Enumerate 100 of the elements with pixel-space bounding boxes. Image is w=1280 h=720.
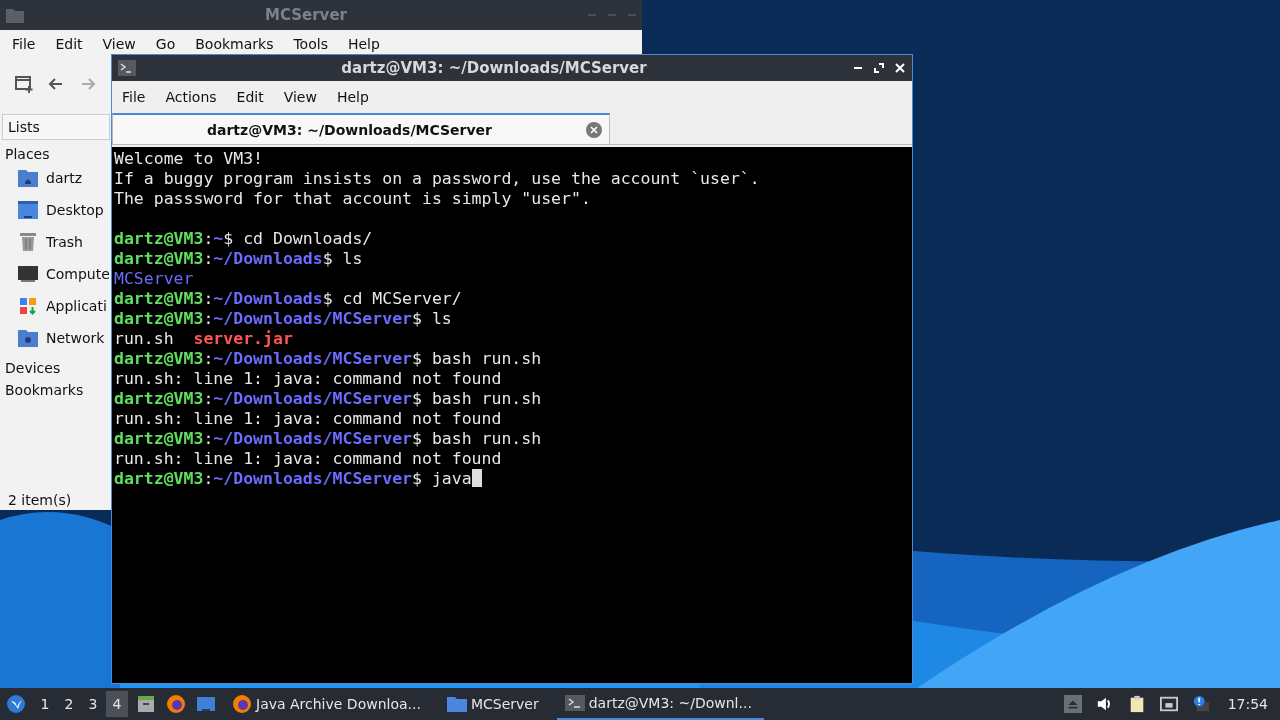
menu-item[interactable]: Help [337, 36, 390, 52]
place-item[interactable]: Network [0, 322, 110, 354]
trash-icon [18, 232, 38, 252]
prompt-path: ~/Downloads/MCServer [213, 309, 413, 328]
prompt-path: ~ [213, 229, 224, 248]
terminal-text: Welcome to VM3! [114, 149, 263, 168]
prompt-path: ~/Downloads [213, 249, 323, 268]
menu-item[interactable]: Actions [155, 88, 227, 105]
computer-icon [18, 264, 38, 284]
eject-icon[interactable] [1063, 695, 1082, 713]
terminal-text: $ bash run.sh [412, 349, 542, 368]
taskbar-task[interactable]: Java Archive Downloa... [224, 688, 433, 720]
terminal-text: $ ls [412, 309, 452, 328]
folder-icon [446, 694, 467, 714]
window-title: MCServer [264, 6, 348, 24]
terminal-text: The passsword for that account is simply "user". [114, 189, 591, 208]
terminal-text: : [203, 389, 214, 408]
place-label: dartz [46, 170, 83, 186]
network-icon[interactable] [1159, 695, 1178, 713]
menu-item[interactable]: View [92, 36, 146, 52]
terminal-text: $ bash run.sh [412, 429, 542, 448]
section-heading[interactable]: Devices [0, 354, 110, 376]
terminal-text: : [203, 229, 214, 248]
prompt-path: ~/Downloads [213, 289, 323, 308]
terminal-text: : [203, 469, 214, 488]
notification-icon[interactable] [1191, 695, 1210, 713]
text-cursor [471, 469, 482, 487]
place-label: Compute [46, 266, 110, 282]
terminal-text: : [203, 349, 214, 368]
prompt-user: dartz@VM3 [114, 349, 204, 368]
terminal-text: : [203, 429, 214, 448]
home-folder-icon [18, 168, 38, 188]
status-text: 2 item(s) [7, 492, 73, 510]
menu-item[interactable]: Edit [45, 36, 93, 52]
desktop-icon [18, 200, 38, 220]
applications-icon [18, 296, 38, 316]
menu-item[interactable]: File [2, 36, 46, 52]
place-label: Trash [46, 234, 83, 250]
workspace-button[interactable]: 4 [106, 691, 128, 717]
terminal-text: run.sh: line 1: java: command not found [114, 369, 502, 388]
prompt-user: dartz@VM3 [114, 469, 204, 488]
desktop-icon[interactable] [194, 694, 218, 714]
terminal-text: $ bash run.sh [412, 389, 542, 408]
menu-item[interactable]: Tools [283, 36, 338, 52]
terminal-icon [564, 693, 585, 713]
menu-item[interactable]: View [273, 88, 327, 105]
place-item[interactable]: Trash [0, 226, 110, 258]
section-heading[interactable]: Places [0, 140, 110, 162]
close-tab-icon[interactable] [586, 121, 602, 138]
network-folder-icon [18, 328, 38, 348]
menu-item[interactable]: Go [145, 36, 186, 52]
directory-name: MCServer [114, 269, 194, 288]
start-menu-icon[interactable] [4, 694, 28, 714]
terminal-text: $ cd MCServer/ [322, 289, 462, 308]
prompt-path: ~/Downloads/MCServer [213, 429, 413, 448]
clock: 17:54 [1226, 696, 1269, 712]
terminal-text: run.sh: line 1: java: command not found [114, 409, 502, 428]
place-item[interactable]: dartz [0, 162, 110, 194]
window-title: dartz@VM3: ~/Downloads/MCServer [340, 59, 648, 77]
terminal-text: : [203, 249, 214, 268]
prompt-user: dartz@VM3 [114, 289, 204, 308]
prompt-path: ~/Downloads/MCServer [213, 389, 413, 408]
place-label: Applicati [46, 298, 107, 314]
terminal-text: : [203, 309, 214, 328]
prompt-path: ~/Downloads/MCServer [213, 469, 413, 488]
menu-item[interactable]: Bookmarks [185, 36, 284, 52]
menu-item[interactable]: Edit [226, 88, 274, 105]
terminal-text: run.sh: line 1: java: command not found [114, 449, 502, 468]
menu-item[interactable]: File [112, 88, 156, 105]
folder-icon [6, 7, 24, 23]
workspace-button[interactable]: 3 [82, 691, 104, 717]
taskbar-task[interactable]: MCServer [438, 688, 551, 720]
terminal-tab[interactable]: dartz@VM3: ~/Downloads/MCServer [112, 113, 610, 144]
new-tab-icon[interactable] [14, 74, 34, 94]
terminal-text: : [203, 289, 214, 308]
place-label: Network [46, 330, 105, 346]
terminal-icon [118, 60, 136, 76]
prompt-user: dartz@VM3 [114, 429, 204, 448]
prompt-user: dartz@VM3 [114, 389, 204, 408]
prompt-user: dartz@VM3 [114, 229, 204, 248]
browser-icon[interactable] [164, 694, 188, 714]
terminal-text: $ ls [322, 249, 363, 268]
prompt-user: dartz@VM3 [114, 249, 204, 268]
place-label: Desktop [46, 202, 104, 218]
workspace-button[interactable]: 2 [58, 691, 80, 717]
place-item[interactable]: Applicati [0, 290, 110, 322]
section-heading[interactable]: Bookmarks [0, 376, 110, 398]
side-pane-dropdown[interactable]: Lists [2, 114, 110, 140]
file-name: server.jar [193, 329, 293, 348]
terminal-text: $ cd Downloads/ [223, 229, 373, 248]
terminal-text: If a buggy program insists on a password, use the account `user`. [114, 169, 760, 188]
terminal-text: run.sh [114, 329, 175, 348]
taskbar-task[interactable]: dartz@VM3: ~/Downl... [556, 688, 764, 720]
place-item[interactable]: Compute [0, 258, 110, 290]
menu-item[interactable]: Help [326, 88, 379, 105]
prompt-path: ~/Downloads/MCServer [213, 349, 413, 368]
workspace-button[interactable]: 1 [34, 691, 56, 717]
prompt-user: dartz@VM3 [114, 309, 204, 328]
browser-icon [232, 694, 252, 714]
place-item[interactable]: Desktop [0, 194, 110, 226]
